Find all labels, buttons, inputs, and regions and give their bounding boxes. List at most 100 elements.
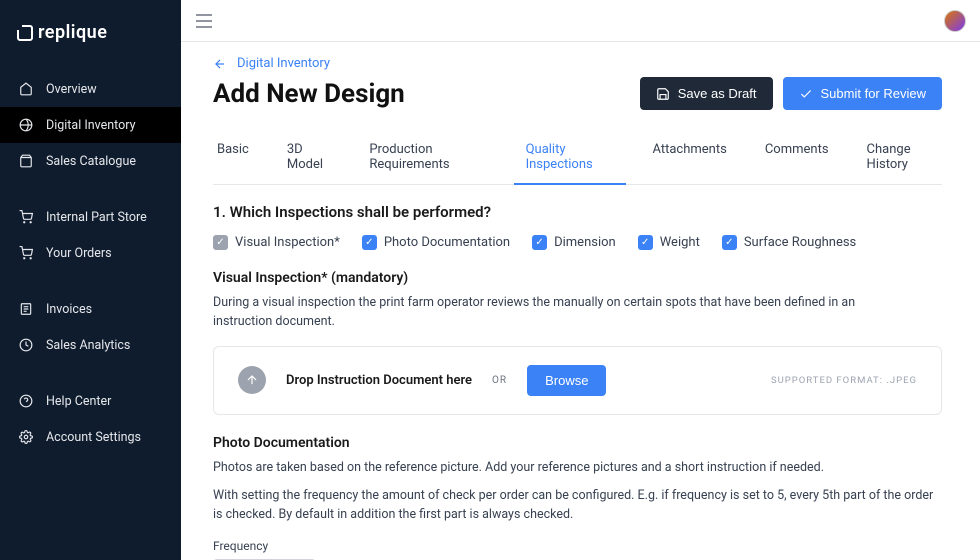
analytics-icon — [18, 337, 34, 353]
sidebar: replique Overview Digital Inventory Sale… — [0, 0, 181, 560]
tab-change-history[interactable]: Change History — [863, 132, 942, 184]
save-icon — [656, 87, 670, 101]
supported-format: SUPPORTED FORMAT: .JPEG — [771, 375, 917, 386]
gear-icon — [18, 429, 34, 445]
tab-label: Attachments — [652, 142, 726, 157]
question-title: 1. Which Inspections shall be performed? — [213, 203, 942, 221]
sidebar-item-sales-catalogue[interactable]: Sales Catalogue — [0, 143, 181, 179]
sidebar-item-your-orders[interactable]: Your Orders — [0, 235, 181, 271]
brand-logo: replique — [0, 0, 181, 61]
dropzone-text: Drop Instruction Document here — [286, 373, 472, 388]
sidebar-item-digital-inventory[interactable]: Digital Inventory — [0, 107, 181, 143]
page-title: Add New Design — [213, 79, 405, 109]
question-section: 1. Which Inspections shall be performed?… — [213, 203, 942, 560]
breadcrumb-text: Digital Inventory — [237, 56, 330, 71]
check-label: Photo Documentation — [384, 235, 510, 250]
home-icon — [18, 81, 34, 97]
tab-label: Change History — [867, 142, 911, 172]
visual-inspection-desc: During a visual inspection the print far… — [213, 294, 893, 332]
nav-spacer — [0, 179, 181, 199]
tab-label: 3D Model — [287, 142, 323, 172]
menu-icon[interactable] — [195, 14, 213, 28]
check-surface-roughness[interactable]: ✓ Surface Roughness — [722, 235, 856, 250]
main: Digital Inventory Add New Design Save as… — [181, 0, 980, 560]
tab-label: Comments — [765, 142, 829, 157]
tab-label: Quality Inspections — [526, 142, 593, 172]
sidebar-item-overview[interactable]: Overview — [0, 71, 181, 107]
check-label: Dimension — [554, 235, 616, 250]
content-scroll[interactable]: Digital Inventory Add New Design Save as… — [181, 42, 980, 560]
sidebar-item-label: Invoices — [46, 302, 92, 317]
checkbox-icon: ✓ — [532, 235, 547, 250]
checkbox-icon: ✓ — [213, 235, 228, 250]
checkbox-icon: ✓ — [722, 235, 737, 250]
globe-icon — [18, 117, 34, 133]
avatar[interactable] — [944, 10, 966, 32]
logo-icon — [16, 24, 34, 42]
tab-quality-inspections[interactable]: Quality Inspections — [522, 132, 619, 184]
page-header: Add New Design Save as Draft Submit for … — [213, 77, 942, 110]
button-label: Submit for Review — [821, 86, 926, 101]
tab-comments[interactable]: Comments — [761, 132, 833, 184]
check-label: Surface Roughness — [744, 235, 856, 250]
tab-label: Basic — [217, 142, 249, 157]
tab-attachments[interactable]: Attachments — [648, 132, 730, 184]
button-label: Browse — [545, 373, 588, 388]
save-as-draft-button[interactable]: Save as Draft — [640, 77, 773, 110]
tab-3d-model[interactable]: 3D Model — [283, 132, 336, 184]
sidebar-item-internal-part-store[interactable]: Internal Part Store — [0, 199, 181, 235]
check-icon — [799, 87, 813, 101]
tab-basic[interactable]: Basic — [213, 132, 253, 184]
photo-doc-desc1: Photos are taken based on the reference … — [213, 459, 893, 478]
invoice-icon — [18, 301, 34, 317]
sidebar-item-label: Sales Catalogue — [46, 154, 136, 169]
dropzone[interactable]: Drop Instruction Document here OR Browse… — [213, 346, 942, 415]
sidebar-item-label: Help Center — [46, 394, 111, 409]
nav-list: Overview Digital Inventory Sales Catalog… — [0, 71, 181, 455]
check-visual-inspection[interactable]: ✓ Visual Inspection* — [213, 235, 340, 250]
sidebar-item-label: Your Orders — [46, 246, 112, 261]
frequency-label: Frequency — [213, 539, 942, 553]
brand-text: replique — [38, 22, 107, 43]
submit-for-review-button[interactable]: Submit for Review — [783, 77, 942, 110]
arrow-left-icon — [213, 57, 227, 71]
nav-spacer — [0, 271, 181, 291]
help-icon — [18, 393, 34, 409]
check-photo-documentation[interactable]: ✓ Photo Documentation — [362, 235, 510, 250]
topbar — [181, 0, 980, 42]
photo-doc-desc2: With setting the frequency the amount of… — [213, 487, 942, 525]
question-text: Which Inspections shall be performed? — [230, 203, 491, 221]
check-weight[interactable]: ✓ Weight — [638, 235, 700, 250]
sidebar-item-sales-analytics[interactable]: Sales Analytics — [0, 327, 181, 363]
sidebar-item-label: Digital Inventory — [46, 118, 136, 133]
check-label: Visual Inspection* — [235, 235, 340, 250]
upload-icon — [238, 366, 266, 394]
photo-doc-title: Photo Documentation — [213, 435, 942, 451]
checkbox-row: ✓ Visual Inspection* ✓ Photo Documentation… — [213, 235, 942, 250]
visual-inspection-title: Visual Inspection* (mandatory) — [213, 270, 942, 286]
browse-button[interactable]: Browse — [527, 365, 606, 396]
sidebar-item-help-center[interactable]: Help Center — [0, 383, 181, 419]
sidebar-item-label: Overview — [46, 82, 97, 97]
question-number: 1. — [213, 203, 226, 221]
button-label: Save as Draft — [678, 86, 757, 101]
sidebar-item-invoices[interactable]: Invoices — [0, 291, 181, 327]
check-dimension[interactable]: ✓ Dimension — [532, 235, 616, 250]
sidebar-item-label: Sales Analytics — [46, 338, 130, 353]
bag-icon — [18, 153, 34, 169]
header-actions: Save as Draft Submit for Review — [640, 77, 942, 110]
tabs: Basic 3D Model Production Requirements Q… — [213, 132, 942, 185]
cart-icon — [18, 245, 34, 261]
cart-icon — [18, 209, 34, 225]
sidebar-item-account-settings[interactable]: Account Settings — [0, 419, 181, 455]
tab-production-requirements[interactable]: Production Requirements — [365, 132, 491, 184]
sidebar-item-label: Internal Part Store — [46, 210, 147, 225]
check-label: Weight — [660, 235, 700, 250]
checkbox-icon: ✓ — [638, 235, 653, 250]
breadcrumb[interactable]: Digital Inventory — [213, 42, 942, 71]
sidebar-item-label: Account Settings — [46, 430, 141, 445]
nav-spacer — [0, 363, 181, 383]
dropzone-or: OR — [492, 375, 507, 386]
checkbox-icon: ✓ — [362, 235, 377, 250]
tab-label: Production Requirements — [369, 142, 449, 172]
